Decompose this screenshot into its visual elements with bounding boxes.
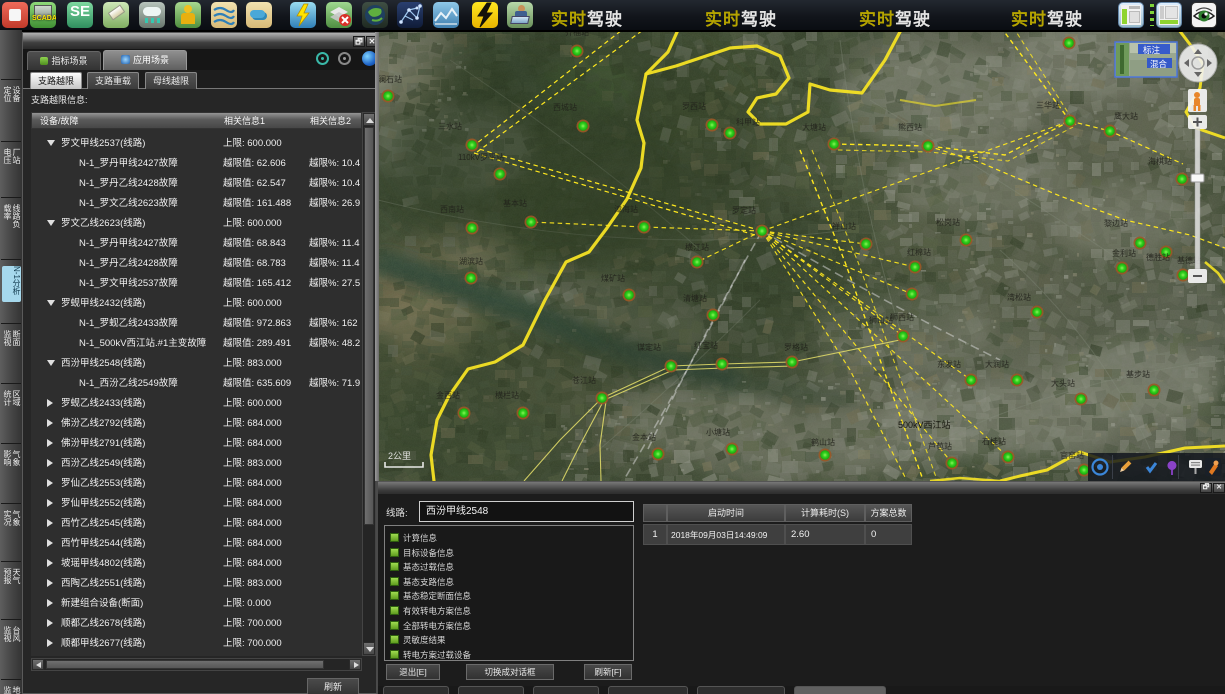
svg-text:谋定站: 谋定站	[637, 342, 661, 352]
svg-text:金利站: 金利站	[1112, 248, 1136, 258]
svg-text:狮山站: 狮山站	[869, 315, 893, 325]
svg-text:基步站: 基步站	[1126, 369, 1150, 379]
svg-text:横江站: 横江站	[685, 242, 709, 252]
svg-text:横栏站: 横栏站	[495, 390, 519, 400]
svg-text:红棉站: 红棉站	[907, 247, 931, 257]
svg-text:基本站: 基本站	[503, 198, 527, 208]
svg-text:标注: 标注	[1143, 45, 1161, 55]
svg-text:500kV西江站: 500kV西江站	[898, 419, 951, 430]
svg-text:石桂站: 石桂站	[982, 436, 1006, 446]
svg-text:小塘站: 小塘站	[706, 427, 730, 437]
svg-text:禅山站: 禅山站	[832, 221, 856, 231]
svg-text:红宝站: 红宝站	[694, 340, 718, 350]
svg-text:漳海站: 漳海站	[614, 204, 638, 214]
svg-text:湖滨站: 湖滨站	[459, 256, 483, 266]
svg-text:官窑站: 官窑站	[1060, 450, 1084, 460]
svg-text:澜石站: 澜石站	[378, 74, 402, 84]
svg-text:熊西站: 熊西站	[898, 122, 922, 132]
svg-text:清塘站: 清塘站	[683, 293, 707, 303]
svg-text:鹤山站: 鹤山站	[811, 437, 835, 447]
svg-text:西南站: 西南站	[440, 204, 464, 214]
svg-text:鹰大站: 鹰大站	[1114, 111, 1138, 121]
svg-text:科甲站: 科甲站	[736, 117, 760, 127]
svg-text:大润站: 大润站	[985, 359, 1009, 369]
svg-text:黎边站: 黎边站	[1104, 218, 1128, 228]
svg-text:混合: 混合	[1150, 59, 1168, 69]
svg-text:110kV罗平站: 110kV罗平站	[458, 152, 504, 162]
svg-text:大头站: 大头站	[1051, 378, 1075, 388]
svg-text:齐福站: 齐福站	[565, 32, 589, 37]
svg-text:三华站: 三华站	[1036, 100, 1060, 110]
svg-text:海棋站: 海棋站	[1148, 156, 1172, 166]
svg-text:芦苞站: 芦苞站	[928, 441, 952, 451]
svg-text:松岗站: 松岗站	[936, 217, 960, 227]
svg-text:煤矿站: 煤矿站	[601, 273, 625, 283]
svg-text:金西站: 金西站	[436, 390, 460, 400]
svg-text:狮西站: 狮西站	[890, 312, 914, 322]
svg-text:大塘站: 大塘站	[802, 122, 826, 132]
svg-text:2公里: 2公里	[388, 451, 411, 461]
svg-text:苍江站: 苍江站	[572, 375, 596, 385]
svg-text:西城站: 西城站	[553, 102, 577, 112]
svg-text:罗定站: 罗定站	[732, 205, 756, 215]
svg-text:三水站: 三水站	[438, 121, 462, 131]
svg-text:罗西站: 罗西站	[682, 101, 706, 111]
svg-text:金本站: 金本站	[632, 432, 656, 442]
svg-text:罗格站: 罗格站	[784, 342, 808, 352]
svg-text:德胜站: 德胜站	[1146, 252, 1170, 262]
svg-text:东发站: 东发站	[937, 359, 961, 369]
svg-text:湾松站: 湾松站	[1007, 292, 1031, 302]
